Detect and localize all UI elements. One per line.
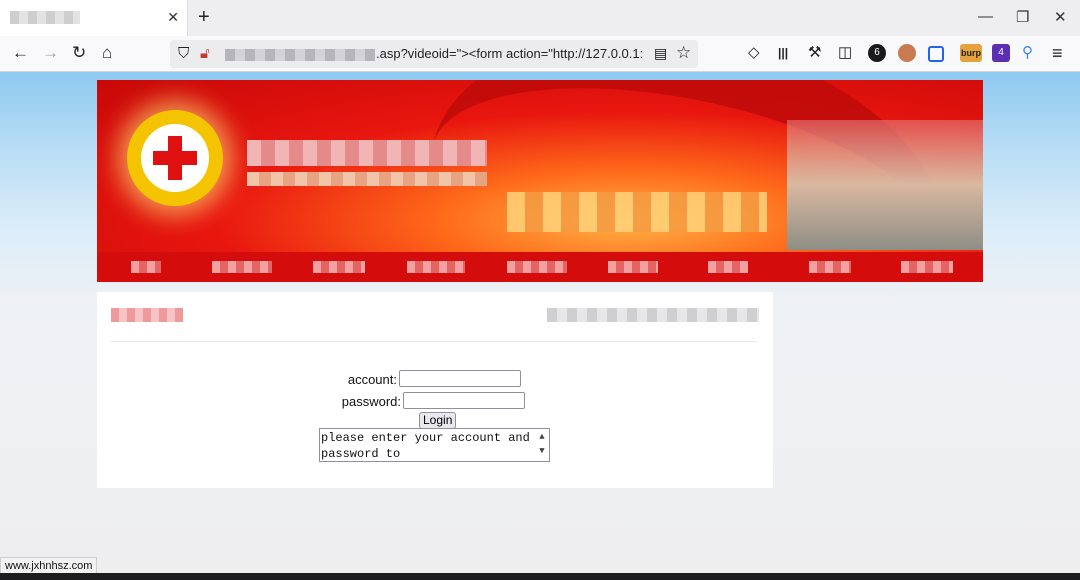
red-cross-emblem-icon: [127, 110, 223, 206]
address-bar[interactable]: ⛉ 🔓︎ .asp?videoid="><form action="http:/…: [170, 40, 698, 68]
os-taskbar: [0, 573, 1080, 580]
content-panel: account: password: Login please enter yo…: [97, 292, 773, 488]
password-label: password:: [341, 394, 401, 409]
navigation-toolbar: ← → ↻ ⌂ ⛉ 🔓︎ .asp?videoid="><form action…: [0, 36, 1080, 72]
puzzle-extension-icon[interactable]: 4: [992, 44, 1010, 62]
minimize-button[interactable]: —: [978, 8, 993, 25]
library-icon[interactable]: |||: [778, 43, 788, 63]
nav-menu-item[interactable]: [407, 261, 465, 273]
nav-menu-item[interactable]: [212, 261, 272, 273]
login-button[interactable]: Login: [419, 412, 457, 429]
shield-icon[interactable]: ⛉: [178, 45, 189, 62]
tab-close-icon[interactable]: ✕: [167, 9, 179, 26]
message-text: please enter your account and password t…: [321, 431, 530, 461]
url-text[interactable]: .asp?videoid="><form action="http://127.…: [376, 46, 648, 61]
reload-button[interactable]: ↻: [72, 43, 86, 63]
message-textarea[interactable]: please enter your account and password t…: [319, 428, 550, 462]
banner-slogan-redacted: [507, 192, 767, 232]
pin-icon[interactable]: ⚲: [1022, 43, 1033, 63]
reader-view-icon[interactable]: ▤: [654, 45, 667, 62]
window-close-button[interactable]: ✕: [1054, 8, 1067, 26]
site-title-redacted: [247, 140, 487, 166]
restore-button[interactable]: ❐: [1016, 8, 1029, 26]
tab-strip: ✕ + — ❐ ✕: [0, 0, 1080, 36]
avatar-extension-icon[interactable]: [898, 44, 916, 62]
nav-menu-item[interactable]: [507, 261, 567, 273]
banner-building-image: [787, 120, 983, 250]
account-label: account:: [347, 372, 397, 387]
nav-menu-item[interactable]: [313, 261, 365, 273]
tab-title-redacted: [10, 11, 80, 24]
nav-menu-item[interactable]: [708, 261, 748, 273]
burp-icon[interactable]: burp: [960, 44, 982, 62]
main-nav-menu: [97, 252, 983, 282]
pocket-icon[interactable]: ◇: [748, 43, 760, 63]
browser-tab-active[interactable]: ✕: [0, 0, 188, 36]
hamburger-menu-icon[interactable]: ≡: [1052, 43, 1063, 63]
wrench-icon[interactable]: ⚒: [808, 43, 821, 63]
extension-badge-icon[interactable]: 6: [868, 44, 886, 62]
insecure-lock-icon[interactable]: 🔓︎: [200, 45, 210, 62]
panel-breadcrumb-redacted: [547, 308, 759, 322]
crop-extension-icon[interactable]: [928, 46, 944, 62]
sidebar-icon[interactable]: ◫: [838, 43, 852, 63]
forward-button[interactable]: →: [42, 43, 59, 63]
nav-menu-item[interactable]: [901, 261, 953, 273]
new-tab-button[interactable]: +: [198, 6, 210, 29]
site-subtitle-redacted: [247, 172, 487, 186]
nav-menu-item[interactable]: [809, 261, 851, 273]
panel-heading-redacted: [111, 308, 183, 322]
home-button[interactable]: ⌂: [102, 43, 112, 63]
bookmark-star-icon[interactable]: ☆: [676, 43, 691, 63]
account-input[interactable]: [399, 370, 521, 387]
back-button[interactable]: ←: [12, 43, 29, 63]
nav-menu-item[interactable]: [608, 261, 658, 273]
site-banner: [97, 80, 983, 282]
textarea-scrollbar[interactable]: ▲ ▼: [536, 430, 548, 460]
nav-menu-item[interactable]: [131, 261, 161, 273]
password-input[interactable]: [403, 392, 525, 409]
panel-divider: [111, 341, 757, 342]
url-host-redacted: [225, 49, 375, 61]
